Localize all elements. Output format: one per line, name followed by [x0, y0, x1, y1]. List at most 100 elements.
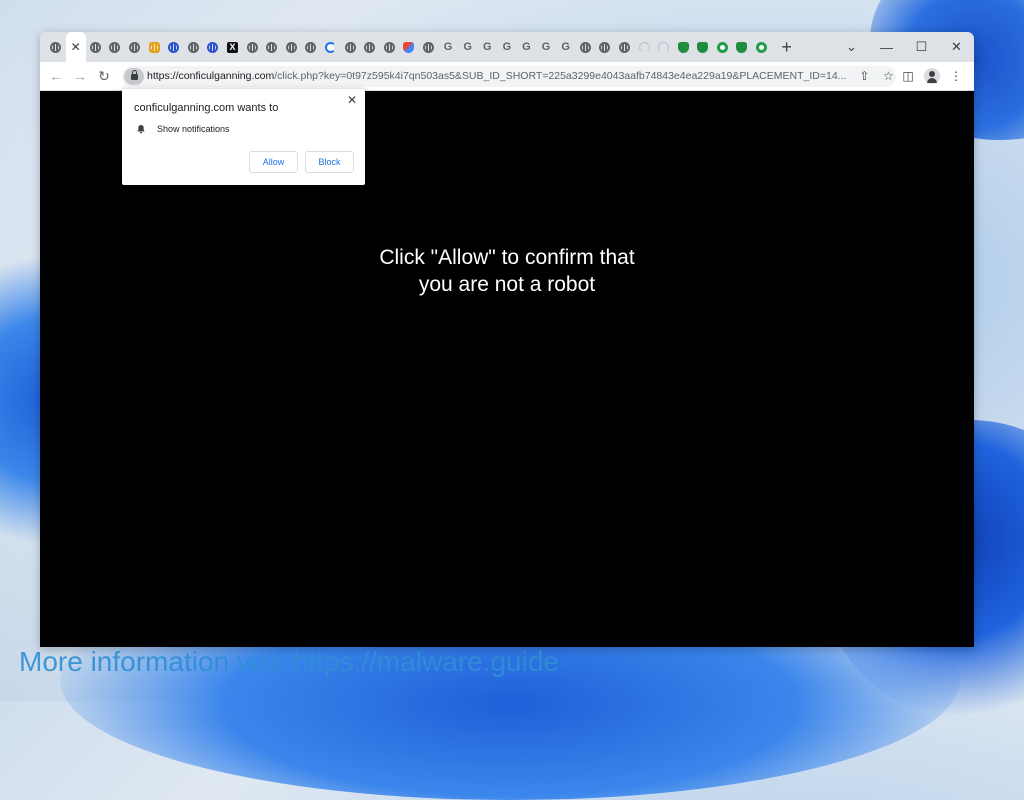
globe-icon: [579, 41, 591, 53]
browser-tab[interactable]: [419, 32, 439, 62]
url-host: https://conficulganning.com: [147, 70, 275, 82]
browser-tab[interactable]: [144, 32, 164, 62]
watermark-text: More information visit https://malware.g…: [19, 646, 559, 677]
browser-tab[interactable]: G: [438, 32, 458, 62]
tab-search-icon[interactable]: ⌄: [834, 39, 869, 55]
browser-tab[interactable]: [242, 32, 262, 62]
ring-icon: [756, 41, 768, 53]
globe-icon: [344, 41, 356, 53]
globe-icon: [109, 41, 121, 53]
browser-tab[interactable]: G: [536, 32, 556, 62]
reload-button[interactable]: ↻: [92, 68, 116, 85]
google-icon: G: [443, 41, 453, 53]
popup-title: conficulganning.com wants to: [134, 102, 279, 114]
google-icon: G: [482, 41, 492, 53]
globe-icon: [422, 41, 434, 53]
menu-kebab-icon[interactable]: ⋮: [944, 69, 968, 83]
close-icon[interactable]: ✕: [71, 41, 81, 53]
browser-tab[interactable]: [732, 32, 752, 62]
browser-tab[interactable]: [615, 32, 635, 62]
browser-tab[interactable]: [125, 32, 145, 62]
browser-tab[interactable]: ✕: [65, 32, 86, 62]
bell-icon: [137, 125, 145, 134]
globe-icon: [266, 41, 278, 53]
browser-tab[interactable]: [752, 32, 772, 62]
x-icon: X: [227, 41, 239, 53]
shield-icon: [677, 41, 689, 53]
globe-icon: [285, 41, 297, 53]
side-panel-icon[interactable]: ◫: [896, 69, 920, 83]
browser-tab[interactable]: [693, 32, 713, 62]
block-button[interactable]: Block: [305, 151, 354, 173]
minimize-button[interactable]: —: [869, 40, 904, 55]
globe-icon: [50, 41, 62, 53]
browser-tab[interactable]: [340, 32, 360, 62]
spinner-icon: [325, 41, 337, 53]
bookmark-star-icon[interactable]: ☆: [876, 69, 896, 83]
globe-blue-icon: [207, 41, 219, 53]
globe-icon: [364, 41, 376, 53]
tab-strip: ✕ X G G G G G G G + ⌄ — ☐ ✕: [40, 32, 974, 62]
profile-icon[interactable]: [920, 68, 944, 84]
shield-icon: [736, 41, 748, 53]
globe-icon: [599, 41, 611, 53]
browser-tab[interactable]: [86, 32, 106, 62]
browser-tab[interactable]: G: [458, 32, 478, 62]
close-window-button[interactable]: ✕: [939, 39, 974, 55]
browser-tab[interactable]: [203, 32, 223, 62]
back-button[interactable]: ←: [44, 68, 68, 84]
browser-tab[interactable]: [713, 32, 733, 62]
share-icon[interactable]: ⇧: [852, 69, 876, 83]
browser-tab[interactable]: [575, 32, 595, 62]
new-tab-button[interactable]: +: [781, 38, 792, 56]
address-bar[interactable]: https://conficulganning.com/click.php?ke…: [122, 65, 896, 87]
headline-line-2: you are not a robot: [418, 273, 596, 296]
browser-tab[interactable]: [46, 32, 66, 62]
browser-tab[interactable]: G: [477, 32, 497, 62]
globe-icon: [89, 41, 101, 53]
browser-tab[interactable]: [184, 32, 204, 62]
browser-tab[interactable]: [105, 32, 125, 62]
browser-tab[interactable]: [654, 32, 674, 62]
browser-tab[interactable]: G: [556, 32, 576, 62]
globe-icon: [305, 41, 317, 53]
globe-icon: [383, 41, 395, 53]
browser-tab[interactable]: [164, 32, 184, 62]
permission-label: Show notifications: [157, 124, 230, 134]
browser-tab[interactable]: [321, 32, 341, 62]
google-icon: G: [463, 41, 472, 53]
browser-tab[interactable]: [301, 32, 321, 62]
notification-permission-popup: conficulganning.com wants to ✕ Show noti…: [122, 89, 365, 185]
permission-row: Show notifications: [136, 124, 230, 134]
lock-icon[interactable]: [124, 67, 144, 85]
browser-tab[interactable]: [380, 32, 400, 62]
google-icon: G: [522, 41, 531, 53]
browser-tab[interactable]: X: [223, 32, 243, 62]
loading-icon: [638, 41, 650, 53]
forward-button[interactable]: →: [68, 68, 92, 84]
shield-icon: [697, 41, 709, 53]
maximize-button[interactable]: ☐: [904, 39, 939, 55]
browser-tab[interactable]: [399, 32, 419, 62]
heart-icon: [403, 41, 415, 53]
browser-toolbar: ← → ↻ https://conficulganning.com/click.…: [40, 62, 974, 91]
browser-tab[interactable]: G: [497, 32, 517, 62]
globe-icon: [618, 41, 630, 53]
popup-close-icon[interactable]: ✕: [347, 93, 357, 107]
browser-tab[interactable]: [634, 32, 654, 62]
browser-tab[interactable]: [673, 32, 693, 62]
browser-tab[interactable]: [282, 32, 302, 62]
window-controls: ⌄ — ☐ ✕: [834, 32, 974, 62]
browser-tab[interactable]: [595, 32, 615, 62]
headline-line-1: Click "Allow" to confirm that: [379, 246, 635, 269]
google-icon: G: [502, 41, 512, 53]
browser-tab[interactable]: [262, 32, 282, 62]
allow-button[interactable]: Allow: [249, 151, 298, 173]
browser-tab[interactable]: [360, 32, 380, 62]
globe-blue-icon: [168, 41, 180, 53]
google-icon: G: [561, 41, 570, 53]
globe-icon: [187, 41, 199, 53]
globe-icon: [129, 41, 141, 53]
browser-tab[interactable]: G: [517, 32, 537, 62]
loading-icon: [658, 41, 670, 53]
